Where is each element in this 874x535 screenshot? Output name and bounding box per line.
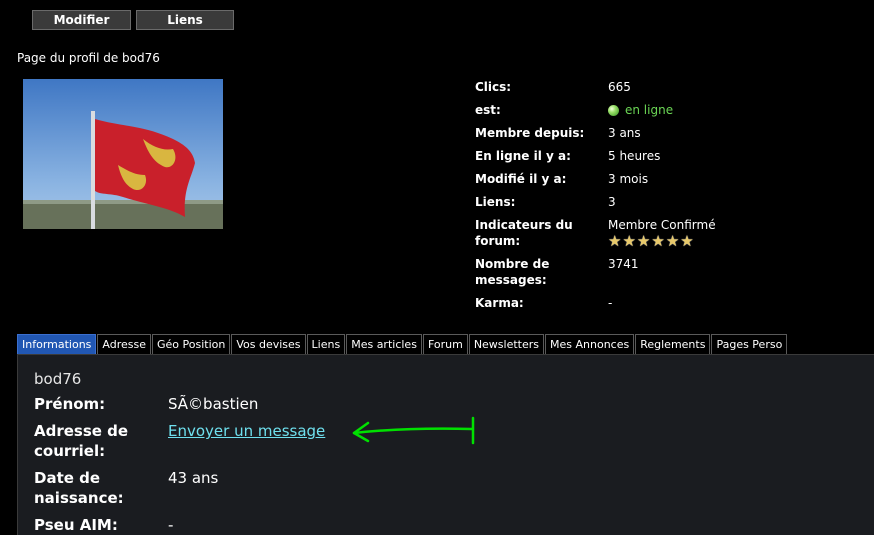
modified-ago-value: 3 mois xyxy=(608,172,649,186)
star-icon: ★ xyxy=(651,232,665,250)
karma-value: - xyxy=(608,296,613,310)
star-icon: ★ xyxy=(680,232,694,250)
links-count-label: Liens: xyxy=(475,195,516,209)
tab-mes-annonces[interactable]: Mes Annonces xyxy=(545,334,635,354)
avatar xyxy=(23,79,223,229)
member-rank: Membre Confirmé xyxy=(608,218,716,232)
firstname-label: Prénom: xyxy=(34,395,106,413)
status-label: est: xyxy=(475,103,501,117)
tab-mes-articles[interactable]: Mes articles xyxy=(346,334,422,354)
clicks-value: 665 xyxy=(608,80,631,94)
member-since-label: Membre depuis: xyxy=(475,126,585,140)
online-ago-value: 5 heures xyxy=(608,149,661,163)
links-count-value: 3 xyxy=(608,195,616,209)
green-arrow-icon xyxy=(352,416,475,445)
modify-button[interactable]: Modifier xyxy=(32,10,131,30)
email-value: Envoyer un message xyxy=(168,421,325,441)
tab-informations[interactable]: Informations xyxy=(17,334,97,354)
messages-value: 3741 xyxy=(608,257,639,271)
tab-pages-perso[interactable]: Pages Perso xyxy=(711,334,788,354)
birthdate-value: 43 ans xyxy=(168,469,219,487)
star-icon: ★ xyxy=(636,232,651,250)
info-row-karma: Karma: - xyxy=(475,295,855,311)
forum-indicators-label: Indicateurs du forum: xyxy=(475,218,573,248)
birthdate-label: Date de naissance: xyxy=(34,469,124,507)
info-row-status: est: en ligne xyxy=(475,102,855,118)
rating-stars: ★ ★ ★ ★ ★ ★ xyxy=(608,234,855,249)
informations-panel: bod76 Prénom: SÃ©bastien Adresse de cour… xyxy=(17,354,874,535)
panel-username: bod76 xyxy=(34,370,82,388)
email-label: Adresse de courriel: xyxy=(34,422,129,460)
info-row-member-since: Membre depuis: 3 ans xyxy=(475,125,855,141)
profile-info: Clics: 665 est: en ligne Membre depuis: … xyxy=(475,79,855,318)
clicks-label: Clics: xyxy=(475,80,512,94)
tab-vos-devises[interactable]: Vos devises xyxy=(231,334,306,354)
info-row-forum-indicators: Indicateurs du forum: Membre Confirmé ★ ★… xyxy=(475,217,855,249)
profile-title: Page du profil de bod76 xyxy=(17,51,160,65)
karma-label: Karma: xyxy=(475,296,524,310)
status-text: en ligne xyxy=(625,103,674,117)
aim-value: - xyxy=(168,516,174,534)
info-row-online-ago: En ligne il y a: 5 heures xyxy=(475,148,855,164)
info-row-modified-ago: Modifié il y a: 3 mois xyxy=(475,171,855,187)
online-ago-label: En ligne il y a: xyxy=(475,149,571,163)
info-row-links: Liens: 3 xyxy=(475,194,855,210)
tab-liens[interactable]: Liens xyxy=(306,334,346,354)
star-icon: ★ xyxy=(665,232,680,250)
tab-adresse[interactable]: Adresse xyxy=(97,334,151,354)
status-value: en ligne xyxy=(608,102,855,118)
info-row-clicks: Clics: 665 xyxy=(475,79,855,95)
member-since-value: 3 ans xyxy=(608,126,641,140)
info-row-messages: Nombre de messages: 3741 xyxy=(475,256,855,288)
aim-label: Pseu AIM: xyxy=(34,516,118,534)
tab-newsletters[interactable]: Newsletters xyxy=(468,334,545,354)
forum-indicators-value: Membre Confirmé ★ ★ ★ ★ ★ ★ xyxy=(608,217,855,249)
star-icon: ★ xyxy=(622,232,636,250)
tab-geo-position[interactable]: Géo Position xyxy=(152,334,231,354)
online-dot-icon xyxy=(608,104,619,116)
star-icon: ★ xyxy=(608,232,622,250)
messages-label: Nombre de messages: xyxy=(475,257,550,287)
links-button[interactable]: Liens xyxy=(136,10,234,30)
tab-reglements[interactable]: Reglements xyxy=(635,334,711,354)
profile-tabs: Informations Adresse Géo Position Vos de… xyxy=(17,334,788,354)
send-message-link[interactable]: Envoyer un message xyxy=(168,422,325,440)
tab-forum[interactable]: Forum xyxy=(422,334,468,354)
modified-ago-label: Modifié il y a: xyxy=(475,172,567,186)
firstname-value: SÃ©bastien xyxy=(168,395,259,413)
